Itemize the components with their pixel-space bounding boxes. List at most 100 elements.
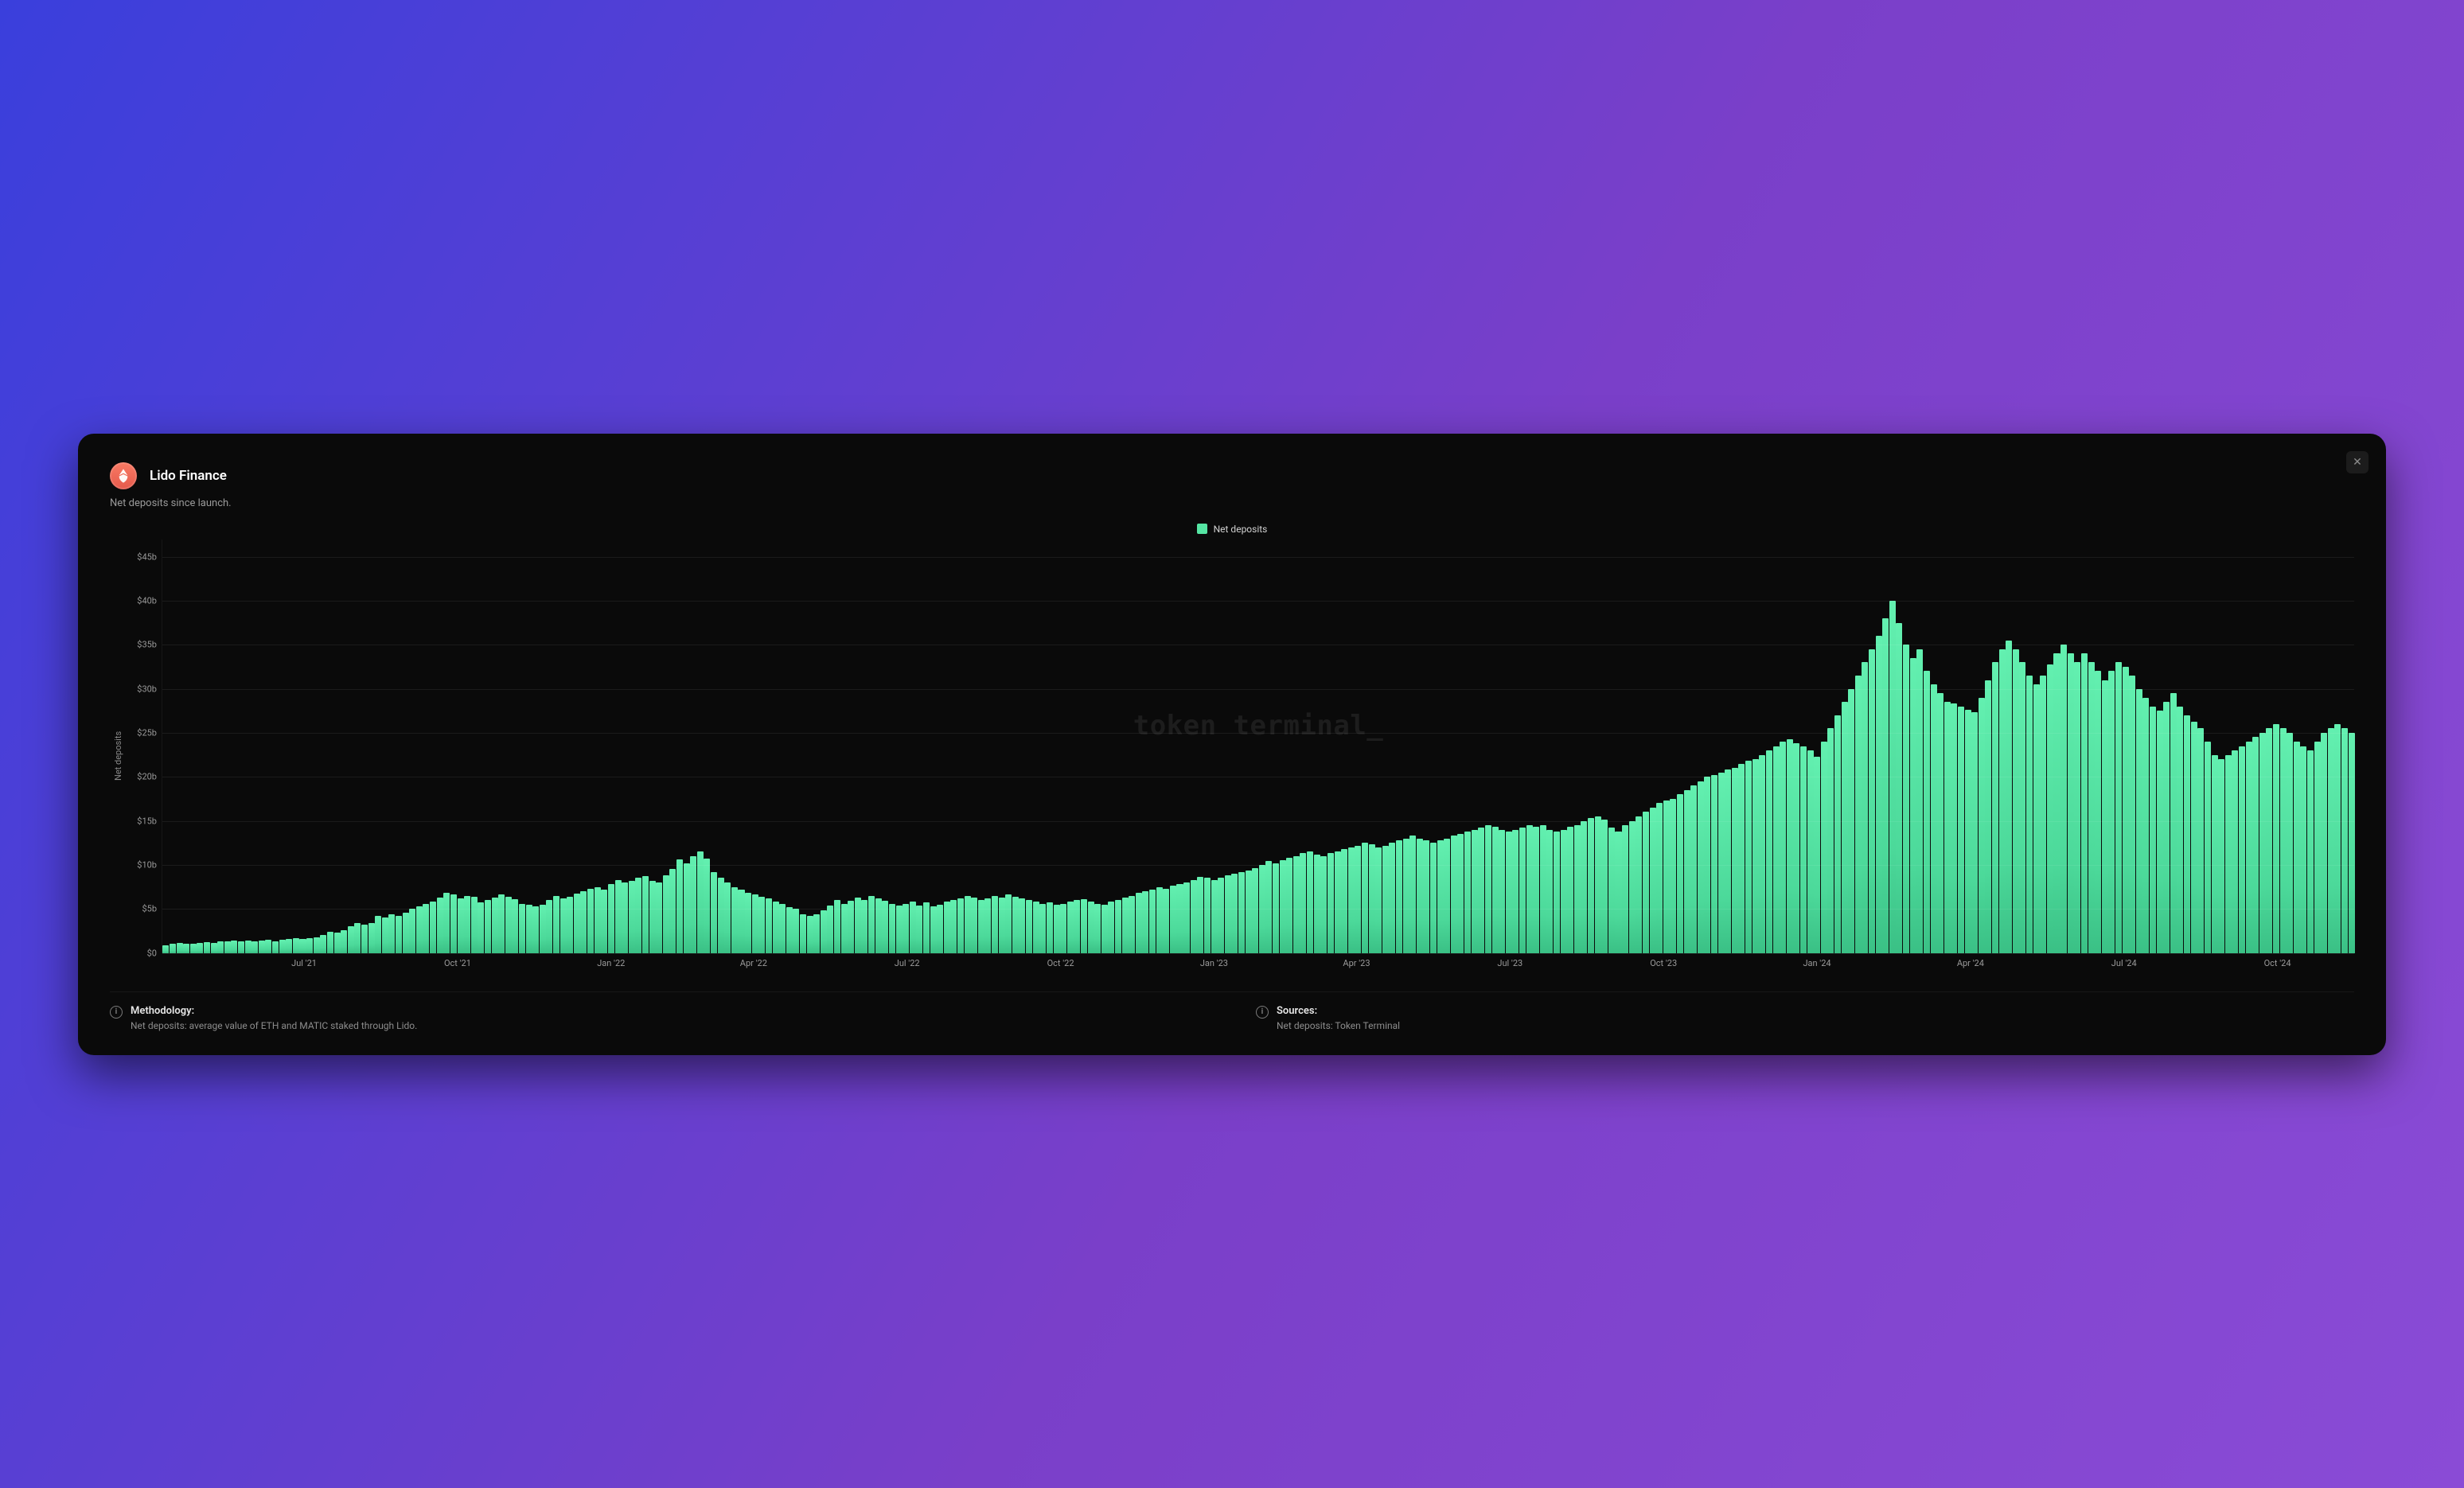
bar xyxy=(690,856,696,953)
bar xyxy=(299,939,306,953)
bar xyxy=(403,913,409,953)
bar xyxy=(1362,843,1368,952)
bar xyxy=(697,851,704,952)
gridline xyxy=(162,557,2354,558)
bar xyxy=(1293,856,1300,953)
bar xyxy=(1122,898,1129,953)
bar xyxy=(642,876,649,952)
x-tick-label: Oct '23 xyxy=(1650,958,1677,968)
bar xyxy=(1492,827,1499,952)
card-footer: i Methodology: Net deposits: average val… xyxy=(110,1005,2354,1031)
bar xyxy=(553,896,559,953)
bar xyxy=(718,878,724,952)
bar xyxy=(1300,853,1306,952)
bar xyxy=(1054,905,1060,953)
bar xyxy=(2142,698,2149,953)
y-tick-label: $30b xyxy=(137,684,157,694)
bar xyxy=(437,898,443,953)
bar xyxy=(752,894,758,952)
bar xyxy=(2225,755,2232,953)
bar xyxy=(1766,750,1772,952)
chart-plot[interactable]: token terminal_ xyxy=(162,539,2354,953)
y-tick-label: $15b xyxy=(137,816,157,826)
bar xyxy=(1348,847,1355,953)
bar xyxy=(272,941,279,952)
bar xyxy=(1752,759,1759,952)
y-tick-label: $5b xyxy=(142,904,157,914)
bar xyxy=(608,884,614,952)
methodology-title: Methodology: xyxy=(131,1005,417,1017)
bar xyxy=(334,933,341,952)
bar xyxy=(1711,775,1717,952)
bar xyxy=(443,893,450,952)
bar xyxy=(2108,671,2115,952)
bar xyxy=(1588,818,1594,952)
bar xyxy=(1005,894,1012,952)
bar xyxy=(464,896,470,953)
bar xyxy=(2273,724,2279,953)
bar xyxy=(1546,830,1553,953)
bar xyxy=(1136,893,1142,952)
bar xyxy=(663,875,669,952)
bar xyxy=(388,914,395,953)
bar xyxy=(2341,728,2348,952)
bar xyxy=(1012,897,1019,953)
bar xyxy=(1231,874,1238,953)
chart-area: Net deposits $0$5b$10b$15b$20b$25b$30b$3… xyxy=(110,539,2354,972)
bar xyxy=(197,943,203,952)
bar xyxy=(1842,702,1848,952)
bar xyxy=(2280,728,2287,952)
bar xyxy=(2287,733,2293,953)
close-button[interactable]: ✕ xyxy=(2346,451,2368,473)
bar xyxy=(1485,825,1491,952)
bar xyxy=(1176,884,1183,952)
bar xyxy=(286,939,292,953)
bar xyxy=(1512,830,1519,953)
bar xyxy=(2259,733,2266,953)
sources-block: i Sources: Net deposits: Token Terminal xyxy=(1256,1005,2354,1031)
methodology-body: Net deposits: average value of ETH and M… xyxy=(131,1020,417,1031)
bar xyxy=(1759,755,1765,953)
bar xyxy=(1958,707,1964,953)
bar xyxy=(567,897,573,953)
bar xyxy=(259,941,265,952)
bar xyxy=(1869,649,1875,953)
bar xyxy=(2252,737,2259,952)
bar xyxy=(2191,722,2197,953)
bar xyxy=(1807,750,1814,952)
bar xyxy=(540,905,546,953)
bar xyxy=(1540,825,1546,952)
bar xyxy=(1382,846,1389,953)
bar xyxy=(492,898,498,953)
x-tick-label: Jul '22 xyxy=(895,958,920,968)
bar xyxy=(1396,840,1402,953)
y-tick-label: $20b xyxy=(137,772,157,782)
bar xyxy=(1561,830,1567,953)
bar xyxy=(1506,832,1512,953)
bar xyxy=(731,887,738,953)
bar xyxy=(930,906,937,953)
close-icon: ✕ xyxy=(2353,456,2362,469)
bar xyxy=(786,907,793,953)
bar xyxy=(1204,878,1211,952)
bar xyxy=(669,869,676,952)
x-tick-label: Oct '21 xyxy=(444,958,471,968)
bar xyxy=(375,916,381,952)
bar xyxy=(458,898,464,953)
bar xyxy=(177,943,183,952)
x-tick-label: Apr '22 xyxy=(740,958,767,968)
bar xyxy=(807,916,813,952)
bar xyxy=(745,893,751,952)
bar xyxy=(1369,844,1375,952)
bar xyxy=(1246,871,1252,953)
bar xyxy=(587,889,594,953)
bar xyxy=(1314,855,1320,953)
bar xyxy=(1417,839,1423,953)
bar xyxy=(704,859,710,952)
bar xyxy=(238,941,244,952)
x-tick-label: Apr '23 xyxy=(1343,958,1370,968)
bar xyxy=(622,882,628,953)
bar xyxy=(1183,882,1190,953)
bar xyxy=(580,891,587,952)
bar xyxy=(2246,742,2252,953)
